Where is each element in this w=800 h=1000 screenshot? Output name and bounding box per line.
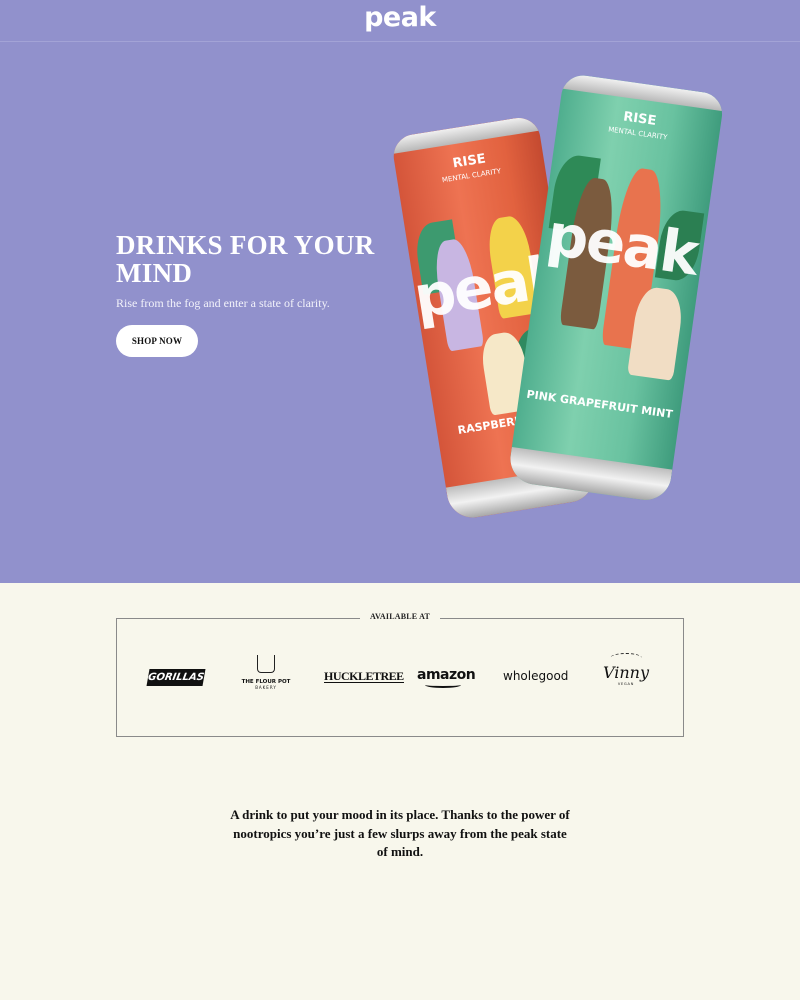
amazon-smile-icon xyxy=(425,682,461,688)
site-header: peak xyxy=(0,0,800,42)
retailer-name: Vinny xyxy=(602,663,650,682)
peak-logo[interactable]: peak xyxy=(0,2,800,33)
hero-section: DRINKS FOR YOUR MIND Rise from the fog a… xyxy=(0,42,800,583)
retailer-sub: VEGAN xyxy=(617,682,635,686)
sun-rays-icon xyxy=(610,653,642,663)
retailer-gorillas-logo[interactable]: GORILLAS xyxy=(146,669,206,686)
intro-text: A drink to put your mood in its place. T… xyxy=(230,807,570,859)
retailer-huckletree-logo[interactable]: HUCKLETREE xyxy=(324,670,404,683)
retailer-name: amazon xyxy=(417,667,476,683)
available-at-box: AVAILABLE AT GORILLAS THE FLOUR POT BAKE… xyxy=(116,612,684,737)
retailer-flour-pot-logo[interactable]: THE FLOUR POT BAKERY xyxy=(235,655,297,701)
available-at-title: AVAILABLE AT xyxy=(360,612,440,621)
retailer-wholegood-logo[interactable]: wholegood xyxy=(503,669,568,683)
shop-now-button[interactable]: SHOP NOW xyxy=(116,325,198,357)
retailer-vinny-logo[interactable]: Vinny VEGAN xyxy=(598,653,654,703)
retailer-amazon-logo[interactable]: amazon xyxy=(417,667,476,688)
can-flavor: PINK GRAPEFRUIT MINT xyxy=(525,387,674,422)
flower-pot-icon xyxy=(257,655,275,673)
hero-title: DRINKS FOR YOUR MIND xyxy=(116,230,375,288)
hero-subtitle: Rise from the fog and enter a state of c… xyxy=(116,296,330,310)
retailer-sub: BAKERY xyxy=(255,685,277,690)
